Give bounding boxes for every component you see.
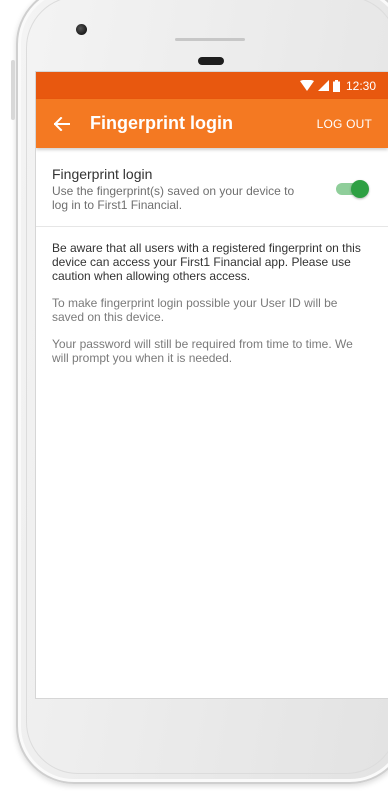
battery-icon (332, 79, 340, 92)
password-note: Your password will still be required fro… (52, 337, 353, 365)
status-icons (299, 79, 340, 92)
info-section: Be aware that all users with a registere… (36, 227, 388, 365)
volume-button (11, 60, 15, 120)
status-bar: 12:30 (36, 72, 388, 99)
arrow-left-icon (54, 116, 70, 131)
speaker-grille (175, 38, 245, 41)
earpiece-icon (198, 57, 224, 65)
back-button[interactable] (50, 112, 74, 136)
setting-text: Fingerprint login Use the fingerprint(s)… (52, 166, 334, 212)
user-id-note: To make fingerprint login possible your … (52, 296, 338, 324)
status-time: 12:30 (345, 78, 376, 93)
signal-icon (317, 80, 329, 91)
fingerprint-login-setting[interactable]: Fingerprint login Use the fingerprint(s)… (36, 148, 388, 227)
device-frame: 12:30 Fingerprint login LOG OUT Fingerpr… (0, 0, 388, 791)
wifi-icon (299, 80, 314, 91)
toggle-thumb (351, 180, 369, 198)
setting-title: Fingerprint login (52, 166, 153, 182)
app-bar: Fingerprint login LOG OUT (36, 99, 388, 148)
warning-text: Be aware that all users with a registere… (52, 241, 361, 283)
page-title: Fingerprint login (90, 113, 233, 133)
setting-description: Use the fingerprint(s) saved on your dev… (52, 184, 295, 212)
app-screen: 12:30 Fingerprint login LOG OUT Fingerpr… (36, 72, 388, 698)
fingerprint-toggle[interactable] (334, 180, 370, 198)
logout-button[interactable]: LOG OUT (317, 117, 372, 131)
front-camera-icon (76, 24, 87, 35)
